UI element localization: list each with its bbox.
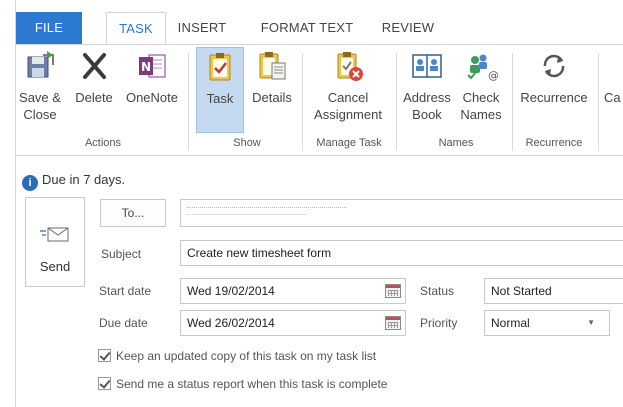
start-date-value: Wed 19/02/2014 [187, 284, 275, 298]
window-left-edge [0, 0, 16, 407]
ribbon-tabs: FILE TASK INSERT FORMAT TEXT REVIEW [16, 12, 623, 45]
to-button[interactable]: To... [100, 199, 166, 227]
send-label: Send [39, 259, 71, 274]
priority-value: Normal [491, 316, 530, 330]
recurrence-button[interactable]: Recurrence [516, 49, 592, 131]
to-field[interactable] [180, 199, 623, 227]
details-label: Details [252, 90, 292, 105]
info-icon: i [22, 175, 38, 191]
recurrence-icon [537, 49, 571, 83]
group-separator [598, 53, 599, 151]
start-date-label: Start date [99, 284, 152, 298]
categorize-label: Ca [604, 90, 621, 105]
group-label-recurrence: Recurrence [525, 137, 583, 149]
task-clipboard-icon [203, 50, 237, 84]
check-names-icon: @ [464, 49, 499, 83]
onenote-button[interactable]: N OneNote [122, 49, 182, 131]
check-names-button[interactable]: @ Check Names [456, 49, 506, 131]
due-date-field[interactable]: Wed 26/02/2014 [180, 310, 406, 336]
group-label-manage-task: Manage Task [316, 137, 382, 149]
task-label: Task [206, 91, 234, 106]
recurrence-label: Recurrence [520, 90, 588, 105]
address-book-icon [410, 49, 444, 83]
task-button[interactable]: Task [196, 47, 244, 133]
group-label-names: Names [438, 137, 474, 149]
cancel-assignment-button[interactable]: Cancel Assignment [308, 49, 388, 131]
svg-text:@: @ [488, 69, 498, 82]
status-dropdown[interactable]: Not Started [484, 278, 623, 304]
check-names-label-2: Names [460, 107, 502, 122]
keep-updated-copy-checkbox-row[interactable]: Keep an updated copy of this task on my … [98, 348, 376, 364]
send-button[interactable]: Send [25, 197, 85, 287]
delete-x-icon [77, 49, 111, 83]
tab-insert[interactable]: INSERT [172, 12, 232, 44]
tab-file[interactable]: FILE [16, 12, 82, 44]
to-field-placeholder-line [187, 214, 307, 215]
calendar-icon[interactable] [385, 316, 401, 330]
keep-updated-copy-checkbox[interactable] [98, 349, 111, 362]
due-date-value: Wed 26/02/2014 [187, 316, 275, 330]
tab-task[interactable]: TASK [106, 12, 166, 45]
delete-button[interactable]: Delete [72, 49, 116, 131]
cancel-assignment-icon [331, 49, 365, 83]
tab-review[interactable]: REVIEW [378, 12, 438, 44]
to-field-placeholder-line [187, 207, 347, 208]
subject-label: Subject [101, 247, 142, 261]
chevron-down-icon: ▼ [587, 318, 595, 327]
start-date-field[interactable]: Wed 19/02/2014 [180, 278, 406, 304]
subject-field[interactable]: Create new timesheet form [180, 240, 623, 266]
cancel-assignment-label-1: Cancel [327, 90, 369, 105]
status-report-label: Send me a status report when this task i… [116, 377, 388, 391]
tab-format-text[interactable]: FORMAT TEXT [252, 12, 362, 44]
address-book-button[interactable]: Address Book [400, 49, 454, 131]
group-separator [188, 53, 189, 151]
address-book-label-2: Book [412, 107, 442, 122]
info-text: Due in 7 days. [42, 172, 126, 187]
calendar-icon[interactable] [385, 284, 401, 298]
save-close-button[interactable]: Save & Close [18, 49, 62, 131]
save-close-label-1: Save & [19, 90, 61, 105]
group-separator [512, 53, 513, 151]
status-report-checkbox-row[interactable]: Send me a status report when this task i… [98, 376, 387, 392]
check-names-label-1: Check [462, 90, 500, 105]
priority-label: Priority [420, 316, 458, 330]
send-envelope-icon [40, 224, 70, 244]
save-close-label-2: Close [23, 107, 57, 122]
address-book-label-1: Address [403, 90, 451, 105]
onenote-icon: N [135, 49, 169, 83]
keep-updated-copy-label: Keep an updated copy of this task on my … [116, 349, 377, 363]
group-separator [396, 53, 397, 151]
status-label: Status [420, 284, 455, 298]
group-label-actions: Actions [84, 137, 122, 149]
delete-label: Delete [75, 90, 113, 105]
due-date-label: Due date [99, 316, 148, 330]
categorize-button[interactable]: Ca [604, 49, 623, 131]
details-button[interactable]: Details [248, 49, 296, 131]
status-report-checkbox[interactable] [98, 377, 111, 390]
group-label-show: Show [233, 137, 261, 149]
details-clipboard-icon [255, 49, 289, 83]
onenote-label: OneNote [125, 90, 179, 105]
categorize-icon [609, 49, 623, 83]
ribbon: Save & Close Delete N OneNote Task Detai… [16, 44, 623, 156]
group-separator [302, 53, 303, 151]
save-close-icon [23, 49, 57, 83]
svg-text:N: N [141, 60, 151, 74]
cancel-assignment-label-2: Assignment [314, 107, 382, 122]
info-bar: i Due in 7 days. [22, 172, 125, 192]
priority-dropdown[interactable]: Normal ▼ [484, 310, 610, 336]
